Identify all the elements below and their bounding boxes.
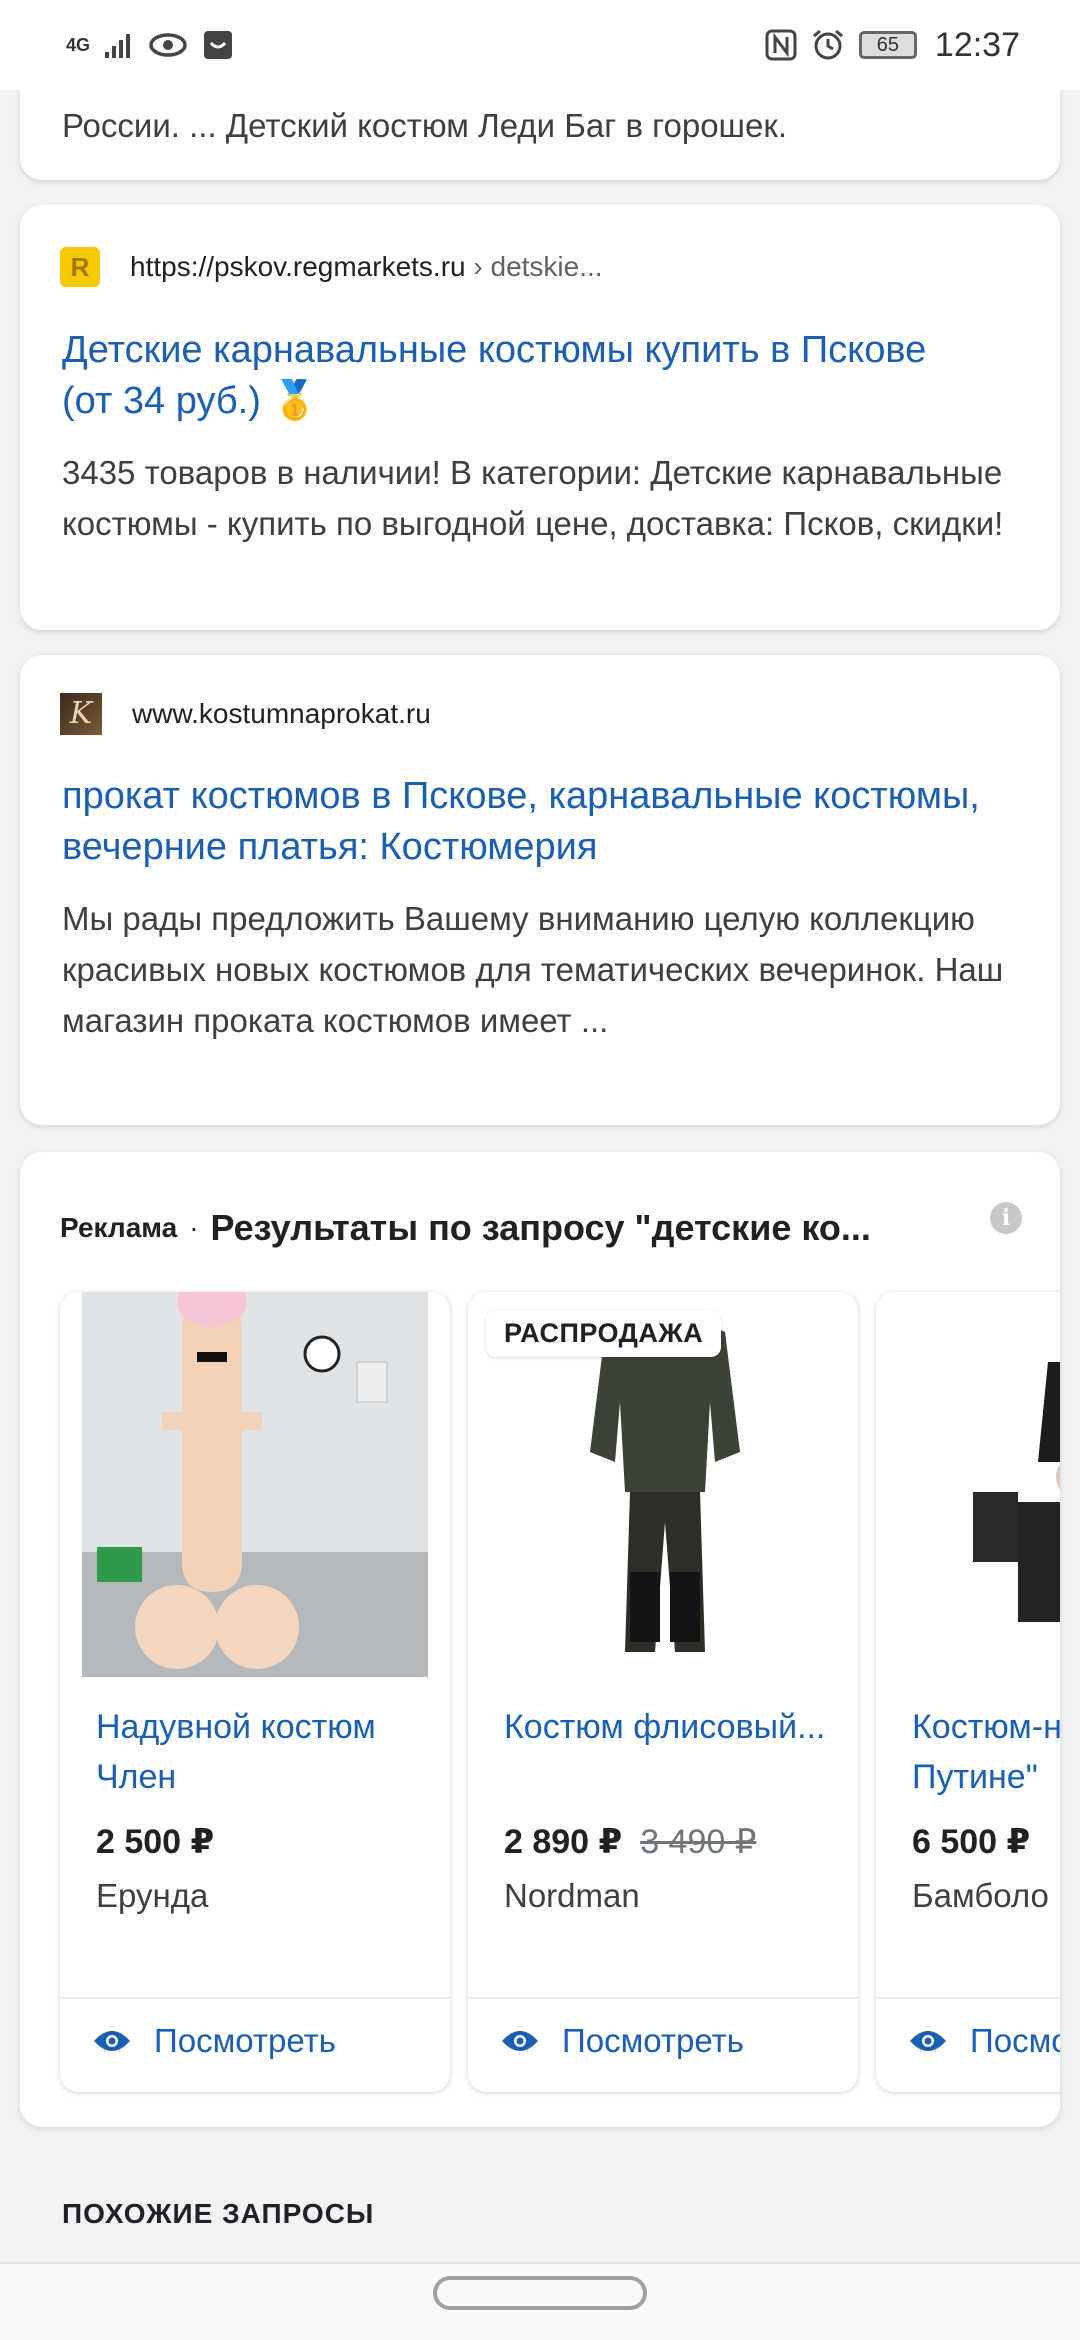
view-button[interactable]: Посмотреть bbox=[92, 2022, 336, 2060]
view-button-label: Посмотреть bbox=[154, 2022, 336, 2059]
search-result-card: R https://pskov.regmarkets.ru › detskie.… bbox=[20, 205, 1060, 630]
result-title-link[interactable]: Детские карнавальные костюмы купить в Пс… bbox=[62, 325, 962, 427]
product-photo bbox=[898, 1292, 1060, 1677]
view-button-label: Посмотреть bbox=[562, 2022, 744, 2059]
product-price: 6 500 ₽ bbox=[912, 1822, 1030, 1862]
product-image[interactable] bbox=[82, 1292, 428, 1677]
eye-icon bbox=[149, 33, 187, 57]
clock: 12:37 bbox=[934, 25, 1020, 64]
search-result-card: K www.kostumnaprokat.ru прокат костюмов … bbox=[20, 655, 1060, 1125]
result-url[interactable]: www.kostumnaprokat.ru bbox=[132, 698, 431, 730]
result-snippet: России. ... Детский костюм Леди Баг в го… bbox=[62, 107, 787, 144]
navigation-bar bbox=[0, 2262, 1080, 2340]
eye-icon bbox=[502, 2031, 538, 2051]
product-current-price: 6 500 ₽ bbox=[912, 1823, 1031, 1861]
product-name-link[interactable]: Костюм флисовый... bbox=[504, 1702, 834, 1752]
divider bbox=[468, 1997, 858, 1999]
divider bbox=[60, 1997, 450, 1999]
divider bbox=[876, 1997, 1060, 1999]
product-current-price: 2 500 ₽ bbox=[96, 1823, 215, 1861]
ads-label: Реклама bbox=[60, 1212, 178, 1243]
result-source[interactable]: K www.kostumnaprokat.ru bbox=[60, 693, 431, 735]
product-price: 2 890 ₽ 3 490 ₽ bbox=[504, 1822, 756, 1862]
product-card[interactable]: Надувной костюм Член 2 500 ₽ Ерунда Посм… bbox=[60, 1292, 450, 2092]
result-url-host: https://pskov.regmarkets.ru bbox=[130, 251, 466, 282]
status-bar-right: 65 12:37 bbox=[765, 26, 1020, 65]
related-searches-heading: ПОХОЖИЕ ЗАПРОСЫ bbox=[62, 2198, 375, 2229]
view-button-label: Посмотреть bbox=[970, 2022, 1060, 2059]
product-card[interactable]: РАСПРОДАЖА Костюм флисовый... 2 890 ₽ 3 4… bbox=[468, 1292, 858, 2092]
signal-icon bbox=[105, 34, 131, 58]
ads-separator: · bbox=[189, 1212, 199, 1243]
view-button[interactable]: Посмотреть bbox=[500, 2022, 744, 2060]
product-seller: Nordman bbox=[504, 1877, 640, 1914]
battery-indicator: 65 bbox=[858, 31, 917, 59]
result-url[interactable]: https://pskov.regmarkets.ru › detskie... bbox=[130, 251, 603, 283]
product-current-price: 2 890 ₽ bbox=[504, 1823, 623, 1861]
product-name-link[interactable]: Костюм-наездник "Верхом на Путине" bbox=[912, 1702, 1060, 1802]
site-favicon: K bbox=[60, 693, 102, 735]
product-card[interactable]: Костюм-наездник "Верхом на Путине" 6 500… bbox=[876, 1292, 1060, 2092]
sale-badge: РАСПРОДАЖА bbox=[486, 1310, 722, 1357]
result-snippet: Мы рады предложить Вашему вниманию целую… bbox=[62, 900, 1004, 1039]
nfc-icon bbox=[765, 29, 797, 61]
ads-header: Реклама · Результаты по запросу "детские… bbox=[60, 1207, 1020, 1249]
result-title-link[interactable]: прокат костюмов в Пскове, карнавальные к… bbox=[62, 771, 982, 873]
product-old-price: 3 490 ₽ bbox=[640, 1823, 757, 1861]
product-price: 2 500 ₽ bbox=[96, 1822, 214, 1862]
site-favicon: R bbox=[60, 247, 100, 287]
alarm-icon bbox=[812, 29, 843, 60]
status-bar-left: 4G bbox=[66, 29, 234, 61]
status-bar: 4G 65 12:37 bbox=[0, 0, 1080, 90]
eye-icon bbox=[910, 2031, 946, 2051]
result-source[interactable]: R https://pskov.regmarkets.ru › detskie.… bbox=[60, 247, 603, 287]
product-seller: Бамболо bbox=[912, 1877, 1049, 1914]
product-image[interactable] bbox=[898, 1292, 1060, 1677]
eye-icon bbox=[94, 2031, 130, 2051]
home-gesture-bar[interactable] bbox=[433, 2276, 647, 2310]
result-snippet: 3435 товаров в наличии! В категории: Дет… bbox=[62, 454, 1004, 542]
result-url-path: › detskie... bbox=[465, 251, 603, 282]
product-photo bbox=[82, 1292, 428, 1677]
ads-title: Результаты по запросу "детские ко... bbox=[210, 1207, 871, 1248]
shopping-ads-card: Реклама · Результаты по запросу "детские… bbox=[20, 1152, 1060, 2127]
product-name-link[interactable]: Надувной костюм Член bbox=[96, 1702, 426, 1802]
info-icon[interactable]: i bbox=[990, 1202, 1022, 1234]
view-button[interactable]: Посмотреть bbox=[908, 2022, 1060, 2060]
network-type: 4G bbox=[66, 35, 91, 55]
app-notification-icon bbox=[204, 31, 233, 59]
product-seller: Ерунда bbox=[96, 1877, 209, 1914]
